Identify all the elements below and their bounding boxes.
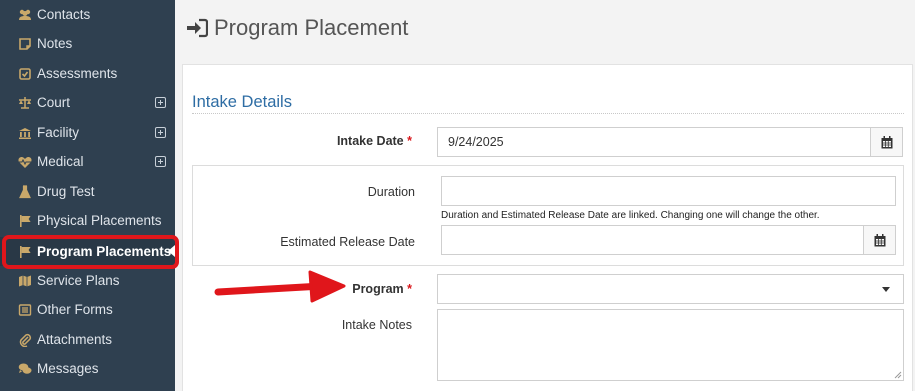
flask-icon (18, 184, 32, 199)
note-icon (18, 37, 32, 51)
intake-notes-textarea[interactable] (437, 309, 904, 381)
page-header: Program Placement (175, 0, 915, 56)
calendar-icon (881, 135, 892, 148)
sidebar-item-messages[interactable]: Messages (0, 354, 175, 383)
sidebar-item-assessments[interactable]: Assessments (0, 59, 175, 88)
intake-notes-label: Intake Notes (341, 318, 412, 332)
duration-label: Duration (367, 185, 415, 199)
sidebar-item-drug-test[interactable]: Drug Test (0, 177, 175, 206)
sidebar: Contacts Notes Assessments Court Facilit… (0, 0, 175, 391)
sidebar-item-label: Facility (37, 125, 80, 140)
sidebar-item-attachments[interactable]: Attachments (0, 325, 175, 354)
sidebar-item-facility[interactable]: Facility (0, 118, 175, 147)
sidebar-item-service-plans[interactable]: Service Plans (0, 266, 175, 295)
annotation-arrow (214, 270, 346, 303)
map-icon (18, 274, 32, 288)
sidebar-item-label: Service Plans (37, 273, 120, 288)
estimated-release-date-label: Estimated Release Date (280, 235, 415, 249)
required-mark: * (407, 134, 412, 148)
sidebar-item-label: Medical (37, 154, 84, 169)
sidebar-item-medical[interactable]: Medical (0, 147, 175, 176)
bank-icon (18, 126, 32, 140)
section-title: Intake Details (192, 93, 292, 111)
heartbeat-icon (18, 155, 32, 169)
paperclip-icon (18, 333, 32, 347)
intake-date-label: Intake Date * (336, 134, 412, 148)
expand-plus-icon[interactable] (155, 127, 166, 138)
comments-icon (18, 362, 32, 376)
page-title: Program Placement (214, 15, 409, 40)
resize-grip-icon[interactable] (894, 371, 902, 379)
sidebar-item-label: Assessments (37, 66, 118, 81)
linked-fields-group: Duration Duration and Estimated Release … (192, 165, 904, 266)
users-icon (18, 8, 32, 22)
expand-plus-icon[interactable] (155, 97, 166, 108)
calendar-icon (874, 233, 885, 246)
sidebar-item-court[interactable]: Court (0, 88, 175, 117)
sidebar-item-label: Court (37, 95, 71, 110)
sidebar-item-label: Attachments (37, 332, 113, 347)
intake-date-calendar-button[interactable] (870, 127, 903, 157)
sidebar-item-physical-placements[interactable]: Physical Placements (0, 206, 175, 235)
duration-input[interactable] (441, 176, 896, 206)
linked-help-text: Duration and Estimated Release Date are … (441, 210, 820, 221)
estimated-release-date-calendar-button[interactable] (863, 225, 896, 255)
check-square-icon (18, 67, 32, 81)
required-mark: * (407, 282, 412, 296)
program-select[interactable] (437, 274, 904, 304)
sign-in-icon (186, 18, 208, 38)
estimated-release-date-input[interactable] (441, 225, 864, 255)
sidebar-item-label: Notes (37, 36, 73, 51)
sidebar-item-label: Other Forms (37, 302, 113, 317)
expand-plus-icon[interactable] (155, 156, 166, 167)
sidebar-item-label: Drug Test (37, 184, 95, 199)
sidebar-item-label: Messages (37, 361, 99, 376)
flag-icon (18, 214, 32, 228)
list-icon (18, 303, 32, 317)
sidebar-item-label: Contacts (37, 7, 91, 22)
intake-date-input[interactable]: 9/24/2025 (437, 127, 871, 157)
sidebar-item-notes[interactable]: Notes (0, 29, 175, 58)
form-panel: Intake Details Intake Date * 9/24/2025 D… (182, 64, 913, 391)
annotation-highlight-box (2, 235, 179, 269)
sidebar-item-label: Physical Placements (37, 213, 162, 228)
scale-icon (18, 96, 32, 110)
section-divider (192, 113, 904, 114)
sidebar-item-contacts[interactable]: Contacts (0, 0, 175, 29)
sidebar-item-other-forms[interactable]: Other Forms (0, 295, 175, 324)
chevron-down-icon (882, 287, 890, 292)
